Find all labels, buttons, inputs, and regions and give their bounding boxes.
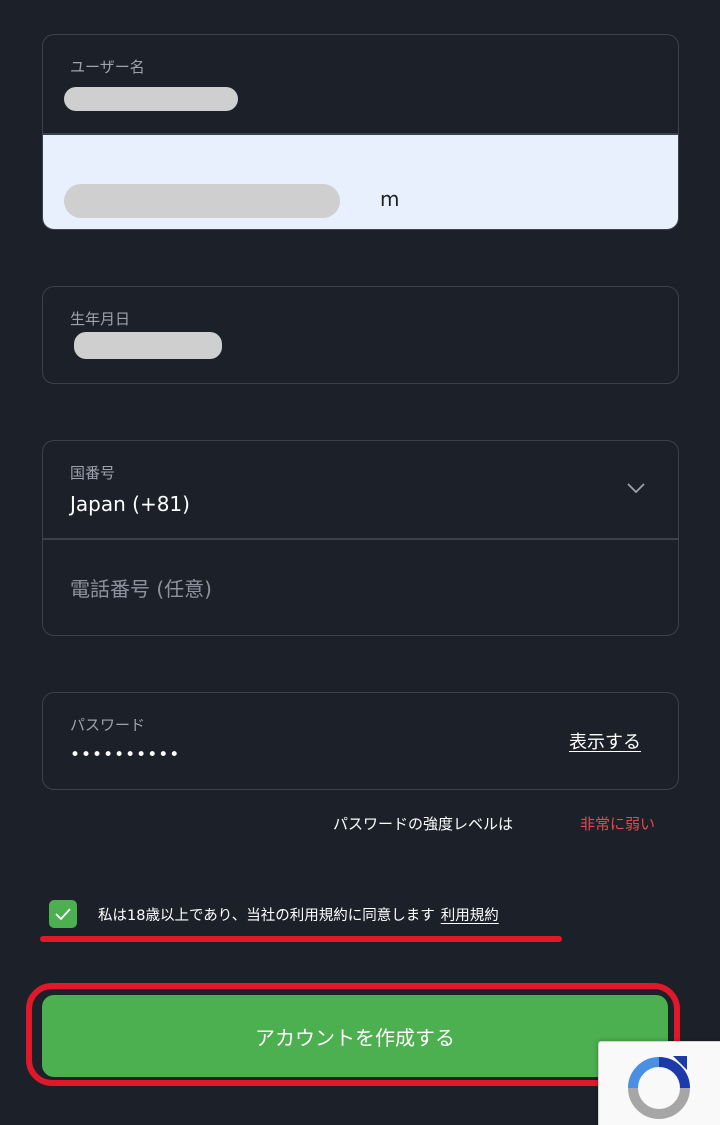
recaptcha-icon xyxy=(628,1056,690,1119)
password-strength-label: パスワードの強度レベルは xyxy=(333,815,514,833)
email-value-suffix: m xyxy=(380,186,400,211)
password-field[interactable]: パスワード •••••••••• 表示する xyxy=(42,692,679,790)
annotation-red-frame xyxy=(26,983,680,1086)
account-field-group: ユーザー名 m xyxy=(42,34,679,230)
show-password-link[interactable]: 表示する xyxy=(569,728,641,754)
phone-field-group: 国番号 Japan (+81) 電話番号 (任意) xyxy=(42,440,679,636)
country-code-select[interactable]: 国番号 Japan (+81) xyxy=(43,441,678,538)
username-field[interactable]: ユーザー名 xyxy=(43,35,678,133)
birthdate-field[interactable]: 生年月日 xyxy=(42,286,679,384)
terms-of-use-link[interactable]: 利用規約 xyxy=(441,908,499,924)
chevron-down-icon xyxy=(627,483,645,494)
email-field[interactable]: m xyxy=(43,134,678,229)
terms-agreement-text: 私は18歳以上であり、当社の利用規約に同意します xyxy=(98,908,435,924)
phone-number-input[interactable]: 電話番号 (任意) xyxy=(43,540,678,636)
country-code-label: 国番号 xyxy=(70,464,116,482)
phone-number-placeholder: 電話番号 (任意) xyxy=(70,576,212,601)
birthdate-label: 生年月日 xyxy=(70,310,131,328)
username-redacted-value xyxy=(64,87,238,111)
terms-agreement: 私は18歳以上であり、当社の利用規約に同意します 利用規約 xyxy=(98,904,499,925)
username-label: ユーザー名 xyxy=(70,58,145,76)
recaptcha-badge[interactable] xyxy=(598,1041,720,1125)
terms-checkbox[interactable] xyxy=(49,900,77,928)
password-label: パスワード xyxy=(70,716,146,734)
password-strength-value: 非常に弱い xyxy=(580,815,656,833)
checkmark-icon xyxy=(55,908,71,921)
email-redacted-value xyxy=(64,183,340,218)
country-code-value: Japan (+81) xyxy=(70,492,190,516)
annotation-red-underline xyxy=(40,936,562,942)
password-masked-value: •••••••••• xyxy=(70,745,181,765)
birthdate-redacted-value xyxy=(74,332,222,359)
signup-form-page: ユーザー名 m 生年月日 国番号 Japan (+81) 電話番号 (任意) パ… xyxy=(0,0,720,1125)
